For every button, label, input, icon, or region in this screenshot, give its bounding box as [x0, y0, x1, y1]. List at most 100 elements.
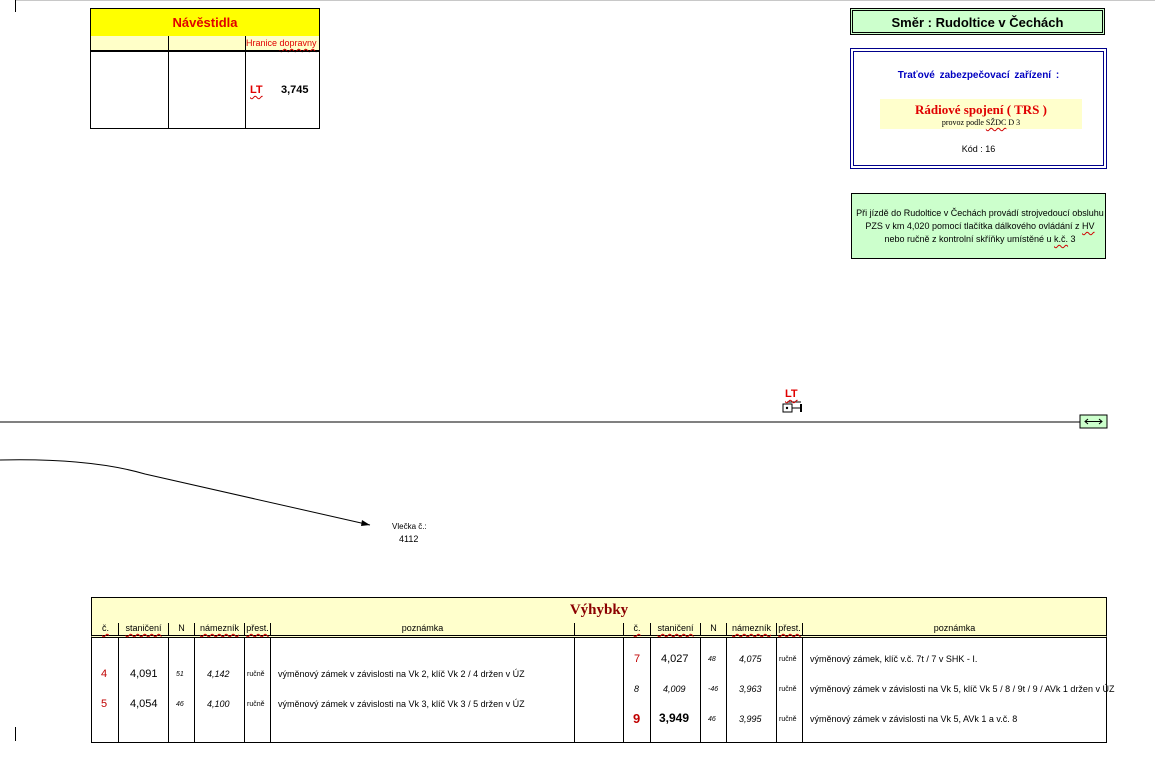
level-crossing-note-text: Při jízdě do Rudoltice v Čechách provádí… — [849, 207, 1111, 246]
safety-system-title: Traťové zabezpečovací zařízení : — [897, 70, 1060, 81]
switch-number: 5 — [101, 698, 108, 710]
boundary-word: dopravny — [279, 38, 317, 48]
switch-note: výměnový zámek v závislosti na Vk 3, klí… — [278, 699, 525, 709]
column-divider — [270, 638, 271, 742]
switch-clearance: 4,142 — [207, 669, 230, 679]
safety-system-code: Kód : 16 — [961, 144, 996, 154]
column-divider — [168, 36, 169, 50]
column-divider — [623, 638, 624, 742]
note-fragment: nebo ručně z kontrolní skříňky umístěné … — [884, 234, 1055, 244]
switch-km: 4,054 — [130, 698, 158, 710]
header-spacer — [574, 623, 623, 635]
header-pozn: poznámka — [270, 623, 574, 635]
switches-table: Výhybky č. staničení N námezník přest. p… — [91, 597, 1114, 744]
note-fragment: k.č. — [1054, 234, 1069, 244]
column-divider — [700, 638, 701, 742]
column-divider — [245, 52, 246, 128]
column-divider — [726, 638, 727, 742]
siding-label-text: Vlečka č.: — [392, 522, 427, 531]
safety-system-inner-border: Traťové zabezpečovací zařízení : Rádiové… — [853, 51, 1104, 166]
page-corner-mark — [15, 0, 16, 12]
header-pozn: poznámka — [802, 623, 1106, 635]
header-c: č. — [101, 623, 109, 633]
switch-operation: ručně — [779, 716, 797, 723]
direction-label: Směr : Rudoltice v Čechách — [891, 15, 1064, 30]
switch-km: 4,009 — [663, 684, 686, 694]
header-namez: námezník — [194, 623, 244, 635]
level-crossing-note: Při jízdě do Rudoltice v Čechách provádí… — [851, 193, 1106, 259]
switch-number: 9 — [633, 711, 641, 726]
header-n: N — [700, 623, 726, 635]
header-prest: přest. — [776, 623, 802, 635]
siding-number: 4112 — [399, 534, 419, 544]
header-km: staničení — [118, 623, 168, 635]
switch-number: 7 — [634, 653, 641, 665]
switch-operation: ručně — [779, 686, 797, 693]
switch-clearance: 3,995 — [739, 714, 762, 724]
switch-number: 4 — [101, 668, 108, 680]
switch-clearance: 4,075 — [739, 654, 762, 664]
column-divider — [118, 638, 119, 742]
column-divider — [244, 638, 245, 742]
switch-note: výměnový zámek v závislosti na Vk 5, klí… — [810, 684, 1115, 694]
page-top-border — [15, 0, 1155, 1]
navestidla-body: LT 3,745 — [90, 51, 320, 129]
navestidla-boundary-label: Hranice dopravny — [246, 36, 319, 50]
switch-operation: ručně — [247, 701, 265, 708]
header-c: č. — [623, 623, 650, 635]
note-line: Při jízdě do Rudoltice v Čechách provádí… — [856, 208, 1104, 218]
switches-table-header: č. staničení N námezník přest. poznámka … — [91, 623, 1107, 638]
switch-km: 4,027 — [661, 653, 689, 665]
radio-system-label: Rádiové spojení ( TRS ) — [915, 102, 1047, 117]
switch-operation: ručně — [247, 671, 265, 678]
siding-label: Vlečka č.: — [392, 522, 427, 531]
header-namez: námezník — [726, 623, 776, 635]
switch-note: výměnový zámek v závislosti na Vk 5, AVk… — [810, 714, 1018, 724]
operation-rule-suffix: D 3 — [1006, 118, 1021, 127]
navestidla-subheader: Hranice dopravny — [90, 36, 320, 51]
operation-rule-name: SŽDC — [985, 118, 1007, 127]
switch-clearance: 3,963 — [739, 684, 762, 694]
column-divider — [574, 638, 575, 742]
column-divider — [168, 638, 169, 742]
switches-table-title: Výhybky — [91, 597, 1107, 624]
switch-n: -46 — [708, 686, 719, 693]
column-divider — [168, 52, 169, 128]
note-line: PZS v km 4,020 pomocí tlačítka dálkového… — [849, 220, 1111, 233]
column-divider — [194, 638, 195, 742]
switch-n: 51 — [176, 671, 184, 678]
signal-name: LT — [250, 84, 263, 96]
switch-n: 46 — [708, 716, 716, 723]
navestidla-title: Návěstidla — [90, 8, 320, 37]
note-fragment: HV — [1082, 221, 1095, 231]
switch-n: 46 — [176, 701, 184, 708]
switch-operation: ručně — [779, 656, 797, 663]
switches-table-body: 4 4,091 51 4,142 ručně výměnový zámek v … — [91, 638, 1114, 743]
safety-system-highlight: Rádiové spojení ( TRS ) provoz podle SŽD… — [880, 99, 1082, 129]
siding-track-line — [0, 459, 371, 526]
operation-rule-prefix: provoz podle — [941, 118, 986, 127]
switch-note: výměnový zámek, klíč v.č. 7t / 7 v SHK -… — [810, 654, 978, 664]
double-arrow-icon — [1079, 414, 1108, 429]
boundary-word: Hranice — [246, 38, 278, 48]
switch-n: 48 — [708, 656, 716, 663]
safety-system-box: Traťové zabezpečovací zařízení : Rádiové… — [850, 48, 1107, 169]
header-prest: přest. — [244, 623, 270, 635]
switch-note: výměnový zámek v závislosti na Vk 2, klí… — [278, 669, 525, 679]
switch-km: 3,949 — [659, 711, 690, 725]
switch-number: 8 — [634, 684, 640, 694]
note-line: nebo ručně z kontrolní skříňky umístěné … — [849, 233, 1111, 246]
note-fragment: 3 — [1068, 234, 1076, 244]
track-signal-label: LT — [785, 388, 798, 400]
column-divider — [802, 638, 803, 742]
level-crossing-signal-icon — [782, 401, 802, 413]
track-diagram — [0, 401, 1108, 526]
column-divider — [650, 638, 651, 742]
note-fragment: PZS v km 4,020 pomocí tlačítka dálkového… — [865, 221, 1083, 231]
direction-box: Směr : Rudoltice v Čechách — [850, 8, 1105, 35]
header-km: staničení — [650, 623, 700, 635]
header-n: N — [168, 623, 194, 635]
switch-km: 4,091 — [130, 668, 158, 680]
switch-clearance: 4,100 — [207, 699, 230, 709]
operation-rule: provoz podle SŽDC D 3 — [880, 118, 1082, 127]
